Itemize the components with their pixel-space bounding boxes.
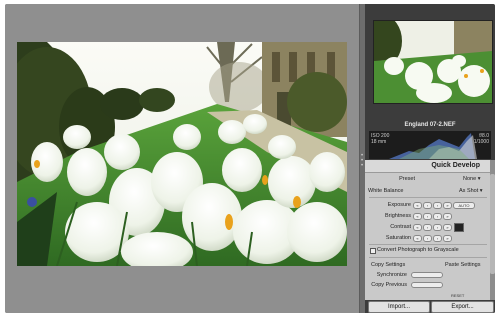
quick-develop-panel: Quick Develop Preset None ▾ White Balanc… — [365, 160, 490, 313]
preset-label: Preset — [399, 176, 415, 182]
preset-value: None — [463, 176, 477, 182]
histogram-shutter: 1/1000 — [473, 139, 489, 145]
reset-button[interactable]: RESET — [451, 293, 464, 298]
exposure-label: Exposure — [387, 202, 411, 208]
navigator-thumbnail[interactable] — [373, 20, 493, 104]
saturation-decrease-large-button[interactable]: « — [413, 235, 422, 242]
preset-dropdown-icon: ▾ — [477, 176, 481, 182]
saturation-controls: « ‹ › » — [413, 235, 452, 242]
saturation-increase-large-button[interactable]: » — [443, 235, 452, 242]
copy-previous-label: Copy Previous — [371, 282, 407, 288]
brightness-controls: « ‹ › » — [413, 213, 452, 220]
divider — [369, 244, 487, 245]
divider — [369, 257, 487, 258]
app-window: • • • England 07-2.NEF ISO 200 18 mm f/8… — [5, 4, 495, 313]
white-balance-label: White Balance — [368, 188, 404, 194]
brightness-decrease-button[interactable]: ‹ — [423, 213, 432, 220]
exposure-increase-button[interactable]: › — [433, 202, 442, 209]
copy-settings-button[interactable]: Copy Settings — [371, 262, 405, 268]
brightness-increase-large-button[interactable]: » — [443, 213, 452, 220]
histogram-focal-length: 18 mm — [371, 139, 387, 145]
paste-settings-button[interactable]: Paste Settings — [445, 262, 480, 268]
contrast-controls: « ‹ › » — [413, 224, 452, 231]
exposure-decrease-button[interactable]: ‹ — [423, 202, 432, 209]
white-balance-select[interactable]: As Shot ▾ — [459, 188, 483, 194]
saturation-increase-button[interactable]: › — [433, 235, 442, 242]
auto-tone-button[interactable]: AUTO — [453, 202, 475, 209]
main-photo — [17, 42, 347, 266]
brightness-increase-button[interactable]: › — [433, 213, 442, 220]
histogram: ISO 200 18 mm f/8.0 1/1000 — [369, 131, 491, 159]
white-balance-dropdown-icon: ▾ — [479, 188, 483, 194]
saturation-decrease-button[interactable]: ‹ — [423, 235, 432, 242]
grayscale-label: Convert Photograph to Grayscale — [377, 247, 459, 253]
import-button[interactable]: Import... — [368, 301, 430, 313]
contrast-increase-button[interactable]: › — [433, 224, 442, 231]
bottom-button-bar: Import... Export... — [365, 300, 495, 313]
white-balance-value: As Shot — [459, 188, 479, 194]
splitter-grip-icon[interactable]: • • • — [360, 153, 364, 169]
saturation-label: Saturation — [385, 235, 411, 241]
exposure-decrease-large-button[interactable]: « — [413, 202, 422, 209]
synchronize-label: Synchronize — [376, 272, 407, 278]
exposure-increase-large-button[interactable]: » — [443, 202, 452, 209]
exposure-controls: « ‹ › » — [413, 202, 452, 209]
quick-develop-header[interactable]: Quick Develop — [365, 160, 490, 173]
grayscale-checkbox[interactable] — [370, 248, 376, 254]
divider — [369, 197, 487, 198]
image-viewer — [5, 4, 359, 313]
copy-previous-button[interactable] — [411, 282, 443, 288]
preset-select[interactable]: None ▾ — [463, 176, 480, 182]
export-button[interactable]: Export... — [431, 301, 494, 313]
right-panel: England 07-2.NEF ISO 200 18 mm f/8.0 1/1… — [365, 4, 495, 313]
contrast-label: Contrast — [390, 224, 411, 230]
synchronize-button[interactable] — [411, 272, 443, 278]
brightness-decrease-large-button[interactable]: « — [413, 213, 422, 220]
image-filename: England 07-2.NEF — [404, 122, 456, 128]
contrast-decrease-large-button[interactable]: « — [413, 224, 422, 231]
brightness-label: Brightness — [385, 213, 411, 219]
pointer-cursor-icon — [454, 223, 464, 232]
contrast-increase-large-button[interactable]: » — [443, 224, 452, 231]
contrast-decrease-button[interactable]: ‹ — [423, 224, 432, 231]
panel-scrollbar-thumb[interactable] — [490, 174, 495, 274]
